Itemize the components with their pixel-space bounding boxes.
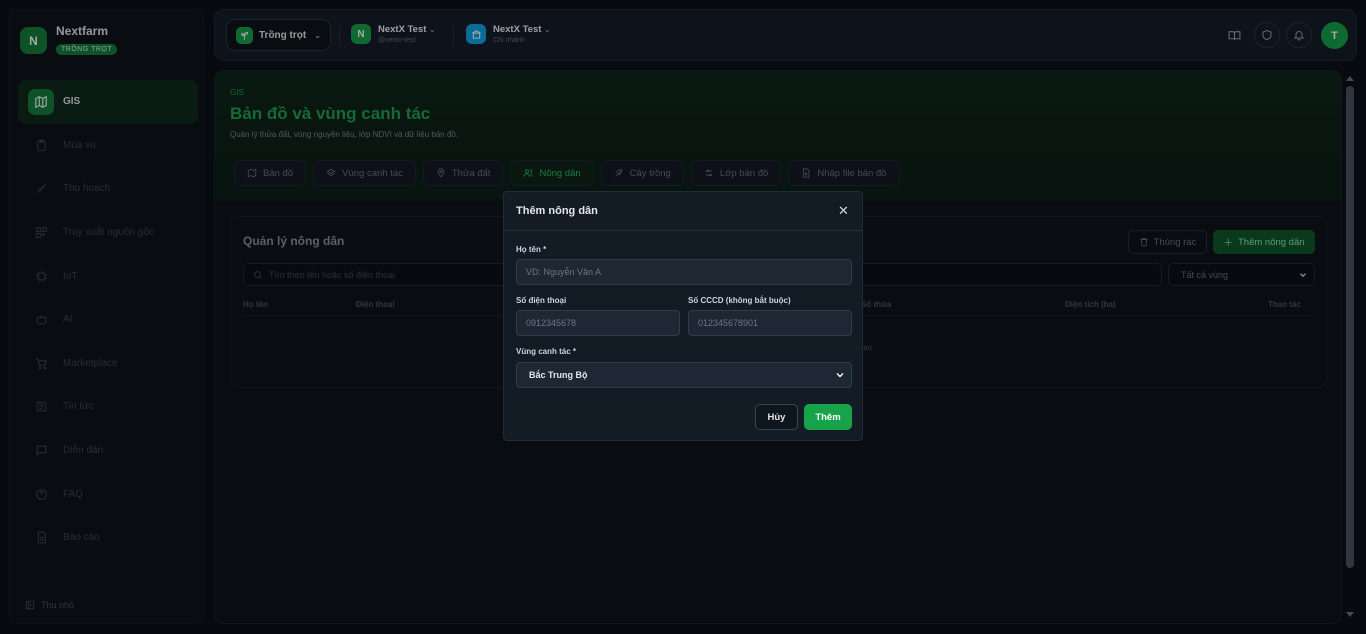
cancel-button[interactable]: Hủy	[755, 404, 798, 430]
close-icon[interactable]: ✕	[838, 203, 849, 219]
submit-button[interactable]: Thêm	[804, 404, 852, 430]
name-field[interactable]: VD: Nguyễn Văn A	[516, 259, 852, 285]
chevron-down-icon	[834, 369, 846, 381]
region-select-value: Bắc Trung Bộ	[529, 370, 588, 380]
region-select[interactable]: Bắc Trung Bộ	[516, 362, 852, 388]
phone-label: Số điện thoại	[516, 296, 567, 305]
id-number-field[interactable]: 012345678901	[688, 310, 852, 336]
region-label: Vùng canh tác *	[516, 347, 577, 356]
add-farmer-dialog: Thêm nông dân ✕ Họ tên * VD: Nguyễn Văn …	[503, 191, 863, 441]
dialog-divider	[504, 230, 862, 231]
name-label: Họ tên *	[516, 245, 547, 254]
dialog-title: Thêm nông dân	[516, 205, 598, 217]
name-placeholder: VD: Nguyễn Văn A	[526, 267, 602, 277]
phone-field[interactable]: 0912345678	[516, 310, 680, 336]
phone-placeholder: 0912345678	[526, 318, 577, 328]
id-number-label: Số CCCD (không bắt buộc)	[688, 296, 791, 305]
id-number-placeholder: 012345678901	[698, 318, 759, 328]
